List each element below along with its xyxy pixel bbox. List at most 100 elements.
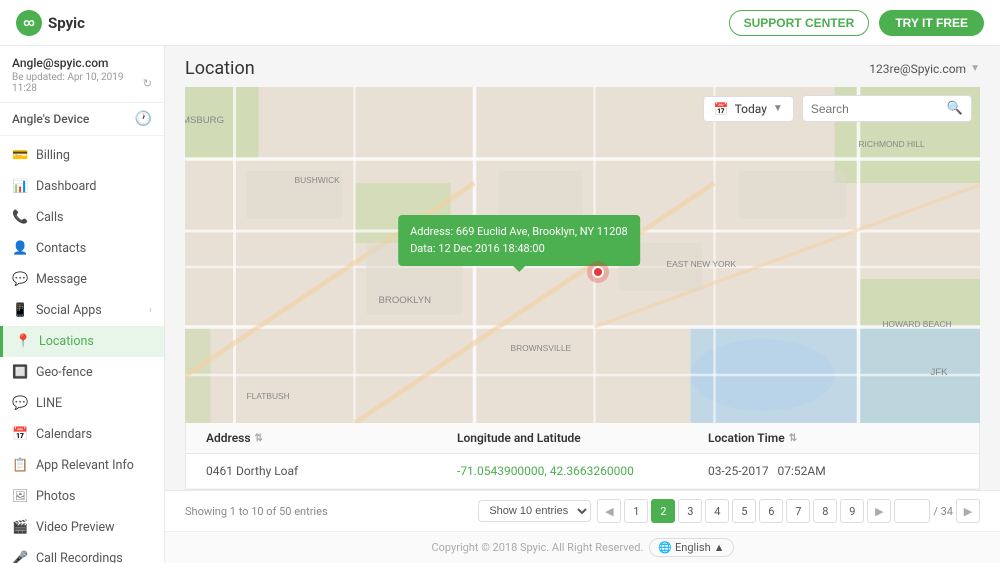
- map-pin: [587, 261, 609, 283]
- go-page-button[interactable]: ▶: [956, 499, 980, 523]
- nav-icon-calendars: 📅: [12, 427, 28, 442]
- page-input[interactable]: [894, 499, 930, 523]
- next-page-button[interactable]: ▶: [867, 499, 891, 523]
- sidebar-user-updated: Be updated: Apr 10, 2019 11:28 ↻: [12, 72, 152, 94]
- sidebar-item-billing[interactable]: 💳 Billing: [0, 140, 164, 171]
- try-it-free-button[interactable]: TRY IT FREE: [879, 10, 984, 36]
- svg-text:BUSHWICK: BUSHWICK: [295, 175, 341, 185]
- nav-icon-message: 💬: [12, 272, 28, 287]
- user-account[interactable]: 123re@Spyic.com ▼: [869, 62, 980, 76]
- popup-address: Address: 669 Euclid Ave, Brooklyn, NY 11…: [410, 223, 628, 241]
- sidebar-item-calendars[interactable]: 📅 Calendars: [0, 419, 164, 450]
- nav-icon-billing: 💳: [12, 148, 28, 163]
- cell-address: 0461 Dorthy Loaf: [206, 464, 457, 478]
- map-search-input[interactable]: [811, 102, 941, 116]
- footer-bar: Showing 1 to 10 of 50 entries Show 10 en…: [165, 490, 1000, 531]
- nav-icon-photos: 🖼: [12, 489, 28, 504]
- support-center-button[interactable]: SUPPORT CENTER: [729, 10, 870, 36]
- main-header: Location 123re@Spyic.com ▼: [165, 46, 1000, 87]
- date-picker[interactable]: 📅 Today ▼: [703, 96, 794, 122]
- map-container: 📅 Today ▼ 🔍: [185, 87, 980, 423]
- sidebar-item-line[interactable]: 💬 LINE: [0, 388, 164, 419]
- sidebar-item-message[interactable]: 💬 Message: [0, 264, 164, 295]
- sidebar-item-dashboard[interactable]: 📊 Dashboard: [0, 171, 164, 202]
- map-toolbar: 📅 Today ▼ 🔍: [703, 95, 972, 122]
- logo-icon: ∞: [16, 10, 42, 36]
- location-table: Address ⇅ Longitude and Latitude Locatio…: [185, 423, 980, 490]
- sidebar: Angle@spyic.com Be updated: Apr 10, 2019…: [0, 46, 165, 563]
- map-pin-outer: [587, 261, 609, 283]
- sidebar-nav: 💳 Billing 📊 Dashboard 📞 Calls 👤 Contacts…: [0, 136, 164, 563]
- sidebar-item-contacts[interactable]: 👤 Contacts: [0, 233, 164, 264]
- search-icon[interactable]: 🔍: [947, 101, 963, 116]
- flag-icon: 🌐: [658, 541, 672, 554]
- sort-icon[interactable]: ⇅: [255, 433, 263, 444]
- nav-icon-call-recordings: 🎤: [12, 551, 28, 563]
- chevron-down-icon: ▼: [970, 63, 980, 74]
- entries-select[interactable]: Show 10 entries Show 25 entries Show 50 …: [478, 500, 591, 522]
- sidebar-item-social-apps[interactable]: 📱 Social Apps ›: [0, 295, 164, 326]
- nav-label-call-recordings: Call Recordings: [36, 551, 152, 563]
- nav-icon-line: 💬: [12, 396, 28, 411]
- header-right: SUPPORT CENTER TRY IT FREE: [729, 10, 984, 36]
- col-header-coords: Longitude and Latitude: [457, 431, 708, 445]
- copyright-bar: Copyright © 2018 Spyic. All Right Reserv…: [165, 531, 1000, 563]
- chevron-right-icon: ›: [149, 305, 152, 316]
- account-email: 123re@Spyic.com: [869, 62, 966, 76]
- sidebar-device-name: Angle's Device: [12, 112, 89, 126]
- chevron-up-icon: ▲: [714, 541, 725, 554]
- calendar-icon: 📅: [714, 102, 729, 116]
- chevron-down-icon: ▼: [773, 103, 783, 114]
- body-wrap: Angle@spyic.com Be updated: Apr 10, 2019…: [0, 46, 1000, 563]
- page-3-button[interactable]: 3: [678, 499, 702, 523]
- copyright-text: Copyright © 2018 Spyic. All Right Reserv…: [431, 541, 643, 554]
- page-total: / 34: [933, 505, 953, 518]
- cell-coords: -71.0543900000, 42.3663260000: [457, 464, 708, 478]
- nav-label-video-preview: Video Preview: [36, 520, 152, 535]
- sidebar-item-calls[interactable]: 📞 Calls: [0, 202, 164, 233]
- nav-label-line: LINE: [36, 396, 152, 411]
- language-selector[interactable]: 🌐 English ▲: [649, 538, 733, 557]
- page-2-button[interactable]: 2: [651, 499, 675, 523]
- page-9-button[interactable]: 9: [840, 499, 864, 523]
- footer-right: Show 10 entries Show 25 entries Show 50 …: [478, 499, 980, 523]
- page-1-button[interactable]: 1: [624, 499, 648, 523]
- nav-icon-geo-fence: 🔲: [12, 365, 28, 380]
- svg-text:JFK: JFK: [931, 367, 949, 378]
- cell-date-time: 03-25-2017 07:52AM: [708, 464, 959, 478]
- nav-icon-dashboard: 📊: [12, 179, 28, 194]
- sort-icon-time[interactable]: ⇅: [789, 433, 797, 444]
- prev-page-button[interactable]: ◀: [597, 499, 621, 523]
- nav-icon-calls: 📞: [12, 210, 28, 225]
- sidebar-item-photos[interactable]: 🖼 Photos: [0, 481, 164, 512]
- table-row: 0461 Dorthy Loaf -71.0543900000, 42.3663…: [186, 454, 979, 489]
- svg-text:EAST NEW YORK: EAST NEW YORK: [667, 259, 737, 269]
- svg-text:BROWNSVILLE: BROWNSVILLE: [511, 343, 572, 353]
- refresh-icon[interactable]: ↻: [143, 77, 152, 90]
- page-title: Location: [185, 58, 255, 79]
- nav-icon-contacts: 👤: [12, 241, 28, 256]
- sidebar-item-locations[interactable]: 📍 Locations: [0, 326, 164, 357]
- nav-label-geo-fence: Geo-fence: [36, 365, 152, 380]
- nav-label-locations: Locations: [39, 334, 152, 349]
- sidebar-user-email: Angle@spyic.com: [12, 56, 152, 70]
- sidebar-device[interactable]: Angle's Device 🕐: [0, 103, 164, 136]
- nav-label-photos: Photos: [36, 489, 152, 504]
- main-content: Location 123re@Spyic.com ▼ 📅 Today ▼ 🔍: [165, 46, 1000, 563]
- page-7-button[interactable]: 7: [786, 499, 810, 523]
- sidebar-item-video-preview[interactable]: 🎬 Video Preview: [0, 512, 164, 543]
- nav-label-message: Message: [36, 272, 152, 287]
- page-6-button[interactable]: 6: [759, 499, 783, 523]
- nav-label-calendars: Calendars: [36, 427, 152, 442]
- sidebar-item-app-relevant-info[interactable]: 📋 App Relevant Info: [0, 450, 164, 481]
- page-4-button[interactable]: 4: [705, 499, 729, 523]
- sidebar-user: Angle@spyic.com Be updated: Apr 10, 2019…: [0, 46, 164, 103]
- date-filter-label: Today: [735, 102, 767, 116]
- page-8-button[interactable]: 8: [813, 499, 837, 523]
- page-5-button[interactable]: 5: [732, 499, 756, 523]
- svg-text:RICHMOND HILL: RICHMOND HILL: [859, 139, 926, 149]
- sidebar-item-geo-fence[interactable]: 🔲 Geo-fence: [0, 357, 164, 388]
- sidebar-item-call-recordings[interactable]: 🎤 Call Recordings: [0, 543, 164, 563]
- svg-text:FLATBUSH: FLATBUSH: [247, 391, 290, 401]
- nav-label-social-apps: Social Apps: [36, 303, 149, 318]
